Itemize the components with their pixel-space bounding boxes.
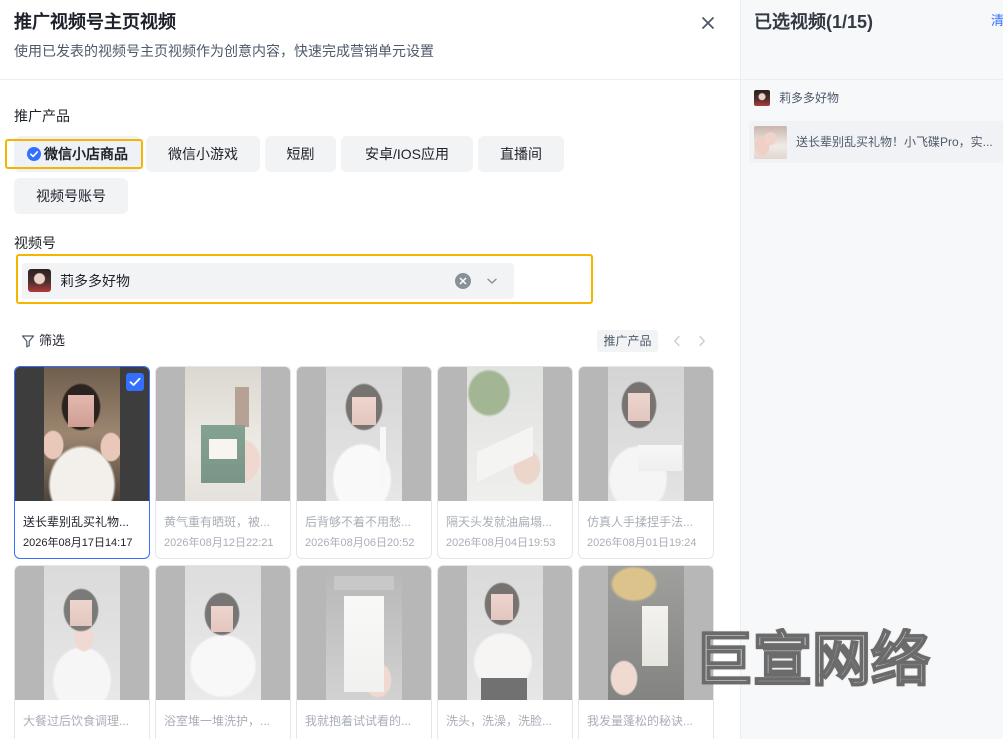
disabled-overlay — [156, 367, 290, 501]
product-section-label: 推广产品 — [14, 108, 70, 124]
video-thumbnail — [438, 566, 572, 700]
video-date: 2026年08月17日14:17 — [23, 537, 133, 549]
disabled-overlay — [297, 566, 431, 700]
video-card[interactable]: 我就抱着试试看的... — [296, 565, 432, 739]
video-card[interactable]: 隔天头发就油扁塌... 2026年08月04日19:53 — [437, 366, 573, 559]
video-thumbnail — [579, 367, 713, 501]
video-card[interactable]: 黄气重有晒斑，被... 2026年08月12日22:21 — [155, 366, 291, 559]
product-option-app[interactable]: 安卓/IOS应用 — [341, 136, 473, 172]
video-title: 仿真人手揉捏手法... — [587, 515, 694, 529]
panel-divider — [741, 79, 1003, 80]
video-title: 大餐过后饮食调理... — [23, 714, 130, 728]
video-thumbnail — [438, 367, 572, 501]
video-card[interactable]: 送长辈别乱买礼物... 2026年08月17日14:17 — [14, 366, 150, 559]
video-card[interactable]: 后背够不着不用愁... 2026年08月06日20:52 — [296, 366, 432, 559]
disabled-overlay — [297, 367, 431, 501]
video-title: 黄气重有晒斑，被... — [164, 515, 271, 529]
video-thumbnail — [15, 566, 149, 700]
product-option-label: 直播间 — [500, 146, 542, 162]
disabled-overlay — [579, 566, 713, 700]
product-option-wechat-store[interactable]: 微信小店商品 — [14, 136, 141, 172]
product-option-label: 安卓/IOS应用 — [364, 146, 449, 162]
video-title: 我发量蓬松的秘诀... — [587, 714, 694, 728]
filter-button[interactable]: 筛选 — [39, 333, 65, 349]
video-thumbnail — [156, 367, 290, 501]
product-options: 微信小店商品 微信小游戏 短剧 安卓/IOS应用 直播间 视频号账号 — [14, 136, 574, 214]
product-tag[interactable]: 推广产品 — [597, 330, 658, 352]
video-thumbnail — [297, 367, 431, 501]
chevron-down-icon[interactable] — [486, 275, 498, 287]
product-option-label: 微信小店商品 — [44, 146, 128, 162]
video-grid: 送长辈别乱买礼物... 2026年08月17日14:17 黄气重有晒斑，被...… — [14, 366, 714, 739]
video-picker-panel: 推广视频号主页视频 使用已发表的视频号主页视频作为创意内容，快速完成营销单元设置… — [0, 0, 740, 739]
selected-video-item[interactable]: 送长辈别乱买礼物！小飞碟Pro，实... — [749, 121, 1003, 163]
video-card[interactable]: 洗头，洗澡，洗脸... — [437, 565, 573, 739]
product-option-label: 短剧 — [286, 146, 315, 162]
product-option-short-drama[interactable]: 短剧 — [265, 136, 336, 172]
video-date: 2026年08月12日22:21 — [164, 537, 274, 549]
check-circle-icon — [27, 147, 41, 161]
video-title: 隔天头发就油扁塌... — [446, 515, 553, 529]
video-card[interactable]: 仿真人手揉捏手法... 2026年08月01日19:24 — [578, 366, 714, 559]
video-checkbox[interactable] — [126, 373, 144, 391]
avatar — [754, 90, 770, 106]
clear-button[interactable]: 清 — [991, 13, 1003, 29]
watermark: 巨宣网络 — [694, 628, 931, 692]
selected-panel-title: 已选视频(1/15) — [754, 12, 874, 32]
chevron-right-icon[interactable] — [697, 335, 707, 347]
disabled-overlay — [15, 566, 149, 700]
video-card[interactable]: 大餐过后饮食调理... — [14, 565, 150, 739]
header-divider — [0, 79, 740, 80]
account-section-label: 视频号 — [14, 235, 56, 251]
video-thumbnail — [579, 566, 713, 700]
product-option-label: 视频号账号 — [36, 188, 106, 204]
video-frame — [44, 367, 120, 501]
disabled-overlay — [579, 367, 713, 501]
video-title: 后背够不着不用愁... — [305, 515, 412, 529]
dialog-subtitle: 使用已发表的视频号主页视频作为创意内容，快速完成营销单元设置 — [14, 43, 434, 59]
video-thumbnail — [156, 566, 290, 700]
video-title: 我就抱着试试看的... — [305, 714, 412, 728]
disabled-overlay — [438, 566, 572, 700]
dialog-title: 推广视频号主页视频 — [14, 12, 176, 32]
selected-account-row: 莉多多好物 — [754, 90, 994, 106]
video-title: 洗头，洗澡，洗脸... — [446, 714, 553, 728]
product-option-live-room[interactable]: 直播间 — [478, 136, 564, 172]
selected-video-title: 送长辈别乱买礼物！小飞碟Pro，实... — [796, 135, 993, 149]
close-icon[interactable] — [699, 14, 717, 32]
disabled-overlay — [156, 566, 290, 700]
disabled-overlay — [438, 367, 572, 501]
account-name: 莉多多好物 — [779, 91, 840, 105]
product-option-mini-game[interactable]: 微信小游戏 — [146, 136, 260, 172]
account-select[interactable]: 莉多多好物 — [22, 263, 514, 299]
video-thumbnail — [754, 126, 787, 159]
video-thumbnail — [297, 566, 431, 700]
avatar — [28, 269, 51, 292]
chevron-left-icon[interactable] — [672, 335, 682, 347]
account-select-value: 莉多多好物 — [60, 273, 130, 289]
video-date: 2026年08月06日20:52 — [305, 537, 415, 549]
video-date: 2026年08月01日19:24 — [587, 537, 697, 549]
clear-icon[interactable] — [455, 273, 471, 289]
video-title: 浴室堆一堆洗护，... — [164, 714, 271, 728]
video-card[interactable]: 浴室堆一堆洗护，... — [155, 565, 291, 739]
product-option-channel-account[interactable]: 视频号账号 — [14, 178, 128, 214]
video-date: 2026年08月04日19:53 — [446, 537, 556, 549]
filter-icon[interactable] — [21, 334, 35, 348]
product-option-label: 微信小游戏 — [168, 146, 238, 162]
video-title: 送长辈别乱买礼物... — [23, 515, 130, 529]
